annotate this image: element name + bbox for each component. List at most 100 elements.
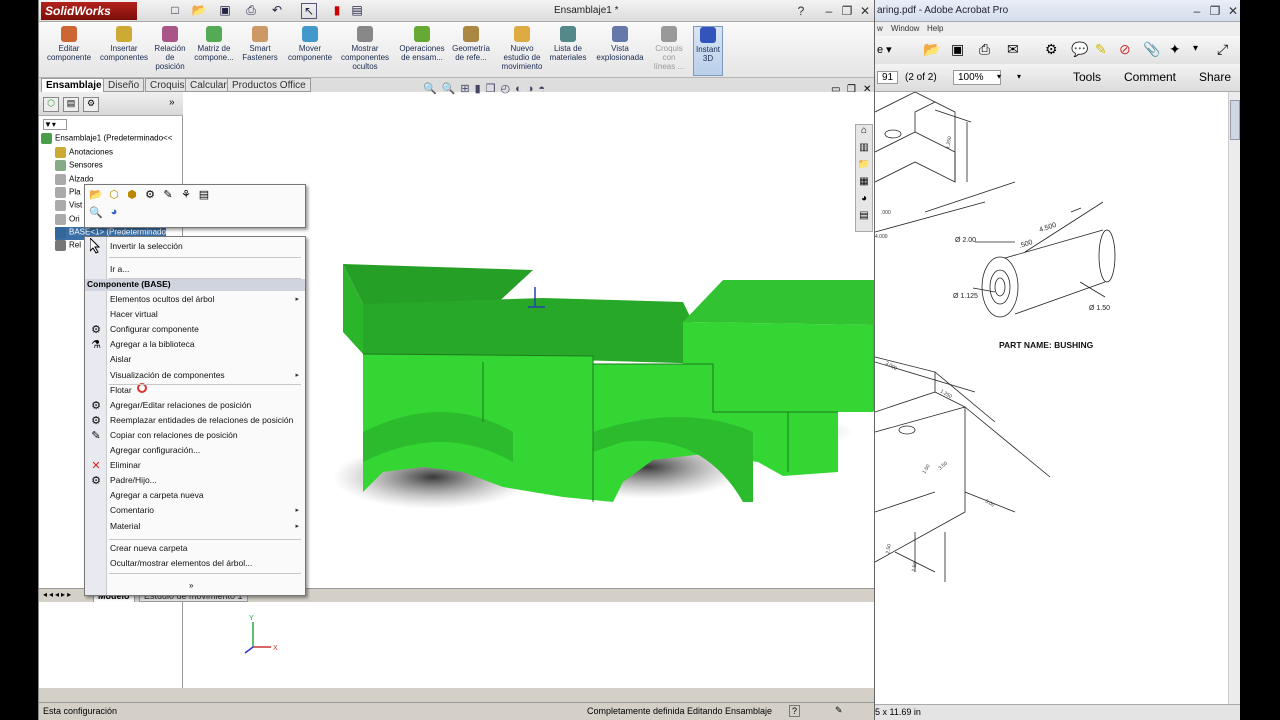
command-button-13[interactable]: Instant 3D bbox=[693, 26, 723, 76]
tab-0[interactable]: Ensamblaje bbox=[41, 78, 107, 92]
viewport-restore-icon[interactable]: ❐ bbox=[847, 84, 856, 95]
command-button-5[interactable]: Mover componente bbox=[285, 26, 335, 76]
page-number-input[interactable]: 91 bbox=[877, 71, 899, 84]
tools-button[interactable]: Tools bbox=[1073, 70, 1101, 84]
menu-item-13[interactable]: Agregar a carpeta nueva bbox=[110, 490, 204, 500]
acrobat-restore-icon[interactable]: ❐ bbox=[1207, 4, 1223, 18]
share-button[interactable]: Share bbox=[1199, 70, 1231, 84]
close-icon[interactable]: ✕ bbox=[857, 4, 873, 18]
configuration-manager-icon[interactable]: ⚙ bbox=[83, 97, 99, 112]
menu-item-14[interactable]: Comentario bbox=[110, 505, 154, 515]
task-palette-icon[interactable]: ▦ bbox=[856, 176, 872, 193]
print-icon[interactable]: ⎙ bbox=[243, 3, 259, 19]
menu-expand-icon[interactable]: » bbox=[189, 581, 193, 590]
property-manager-icon[interactable]: ▤ bbox=[63, 97, 79, 112]
status-help-icon[interactable]: ? bbox=[789, 705, 801, 717]
smart-mate-icon[interactable]: ⚘ bbox=[179, 188, 193, 202]
menu-hide-show-tree[interactable]: Ocultar/mostrar elementos del árbol... bbox=[110, 558, 252, 568]
menu-item-11[interactable]: Eliminar bbox=[110, 460, 141, 470]
open-icon[interactable]: 📂 bbox=[923, 41, 940, 58]
menu-invert-selection[interactable]: Invertir la selección bbox=[110, 241, 183, 251]
acrobat-minimize-icon[interactable]: – bbox=[1189, 4, 1205, 18]
properties-icon[interactable]: ▤ bbox=[197, 188, 211, 202]
create-dropdown-partial[interactable]: e ▾ bbox=[877, 43, 892, 56]
minimize-icon[interactable]: – bbox=[821, 4, 837, 18]
appearance-icon[interactable]: ◕ bbox=[107, 206, 121, 220]
highlight-icon[interactable]: ✎ bbox=[1095, 41, 1107, 58]
scroll-thumb[interactable] bbox=[1230, 100, 1240, 140]
tree-item-1[interactable]: Sensores bbox=[55, 160, 103, 173]
task-appearance-icon[interactable]: ◕ bbox=[856, 193, 872, 210]
menu-item-0[interactable]: Elementos ocultos del árbol bbox=[110, 294, 214, 304]
tree-item-5[interactable]: Ori bbox=[55, 213, 80, 227]
tab-scroll-icons[interactable]: ◂◂◂▸▸ bbox=[43, 590, 73, 599]
view-toolbar[interactable]: 🔍🔍⊞▮❒◴◐◑◓ bbox=[423, 82, 550, 95]
menu-item-4[interactable]: Aislar bbox=[110, 354, 131, 364]
comment-icon[interactable]: 💬 bbox=[1071, 41, 1088, 58]
tab-4[interactable]: Productos Office bbox=[227, 78, 311, 92]
zoom-selection-icon[interactable]: 🔍 bbox=[89, 206, 103, 220]
expand-panel-icon[interactable]: » bbox=[169, 97, 175, 108]
acrobat-close-icon[interactable]: ✕ bbox=[1225, 4, 1241, 18]
solidworks-logo[interactable]: SolidWorks bbox=[41, 2, 137, 20]
menu-item-5[interactable]: Visualización de componentes bbox=[110, 370, 225, 380]
command-button-4[interactable]: Smart Fasteners bbox=[239, 26, 281, 76]
zoom-select[interactable]: 100% bbox=[953, 70, 1001, 85]
tree-root[interactable]: Ensamblaje1 (Predeterminado<< bbox=[41, 133, 172, 146]
viewport-minimize-icon[interactable]: ▭ bbox=[831, 84, 840, 95]
email-icon[interactable]: ✉ bbox=[1007, 41, 1019, 58]
tree-item-3[interactable]: Pla bbox=[55, 186, 81, 200]
task-home-icon[interactable]: ⌂ bbox=[856, 125, 872, 142]
menu-item-2[interactable]: Configurar componente bbox=[110, 324, 199, 334]
tree-item-7[interactable]: Rel bbox=[55, 240, 81, 253]
options-icon[interactable]: ▤ bbox=[349, 3, 365, 19]
select-icon[interactable]: ↖ bbox=[301, 3, 317, 19]
command-button-6[interactable]: Mostrar componentes ocultos bbox=[337, 26, 393, 76]
menu-item-6[interactable]: Flotar bbox=[110, 385, 132, 395]
command-button-11[interactable]: Vista explosionada bbox=[593, 26, 647, 76]
command-button-9[interactable]: Nuevo estudio de movimiento bbox=[499, 26, 545, 76]
menu-help[interactable]: Help bbox=[927, 24, 943, 33]
command-button-10[interactable]: Lista de materiales bbox=[547, 26, 589, 76]
pdf-page[interactable]: .000 4.000 1.250 4.500 .500 Ø 2.00 Ø 1.1… bbox=[874, 91, 1228, 704]
filter-icon[interactable]: ▼▾ bbox=[43, 119, 67, 130]
restore-icon[interactable]: ❐ bbox=[839, 4, 855, 18]
edit-part-icon[interactable]: ⬡ bbox=[107, 188, 121, 202]
fullscreen-icon[interactable]: ⤢ bbox=[1217, 41, 1228, 58]
more-tools-icon[interactable]: ▾ bbox=[1193, 43, 1198, 54]
save-icon[interactable]: ▣ bbox=[951, 41, 964, 58]
save-icon[interactable]: ▣ bbox=[217, 3, 233, 19]
menu-go-to[interactable]: Ir a... bbox=[110, 264, 129, 274]
comment-button[interactable]: Comment bbox=[1124, 70, 1176, 84]
tab-2[interactable]: Croquis bbox=[145, 78, 190, 92]
command-button-0[interactable]: Editar componente bbox=[45, 26, 93, 76]
menu-item-15[interactable]: Material bbox=[110, 521, 140, 531]
open-part-icon[interactable]: 📂 bbox=[89, 188, 103, 202]
new-icon[interactable]: □ bbox=[167, 3, 183, 19]
task-explorer-icon[interactable]: 📁 bbox=[856, 159, 872, 176]
task-library-icon[interactable]: ▥ bbox=[856, 142, 872, 159]
rebuild-icon[interactable]: ▮ bbox=[329, 3, 345, 19]
tree-item-0[interactable]: Anotaciones bbox=[55, 147, 113, 160]
tree-item-4[interactable]: Vist bbox=[55, 200, 82, 213]
menu-item-9[interactable]: Copiar con relaciones de posición bbox=[110, 430, 238, 440]
change-transparency-icon[interactable]: ⚙ bbox=[143, 188, 157, 202]
command-button-3[interactable]: Matriz de compone... bbox=[191, 26, 237, 76]
tab-1[interactable]: Diseño bbox=[103, 78, 145, 92]
menu-item-12[interactable]: Padre/Hijo... bbox=[110, 475, 157, 485]
menu-window-partial[interactable]: w bbox=[877, 24, 883, 33]
menu-item-3[interactable]: Agregar a la biblioteca bbox=[110, 339, 195, 349]
print-icon[interactable]: ⎙ bbox=[979, 41, 990, 58]
command-button-12[interactable]: Croquis con líneas ... bbox=[651, 26, 687, 76]
zoom-dropdown-icon[interactable]: ▾ bbox=[997, 72, 1001, 81]
pencil-icon[interactable]: ✎ bbox=[161, 188, 175, 202]
command-button-1[interactable]: Insertar componentes bbox=[99, 26, 149, 76]
menu-item-7[interactable]: Agregar/Editar relaciones de posición bbox=[110, 400, 251, 410]
command-button-8[interactable]: Geometría de refe... bbox=[449, 26, 493, 76]
stamp-icon[interactable]: ✦ bbox=[1169, 41, 1181, 58]
undo-icon[interactable]: ↶ bbox=[269, 3, 285, 19]
command-button-7[interactable]: Operaciones de ensam... bbox=[397, 26, 447, 76]
task-properties-icon[interactable]: ▤ bbox=[856, 210, 872, 227]
menu-item-10[interactable]: Agregar configuración... bbox=[110, 445, 200, 455]
zoom-options-icon[interactable]: ▾ bbox=[1017, 72, 1021, 81]
